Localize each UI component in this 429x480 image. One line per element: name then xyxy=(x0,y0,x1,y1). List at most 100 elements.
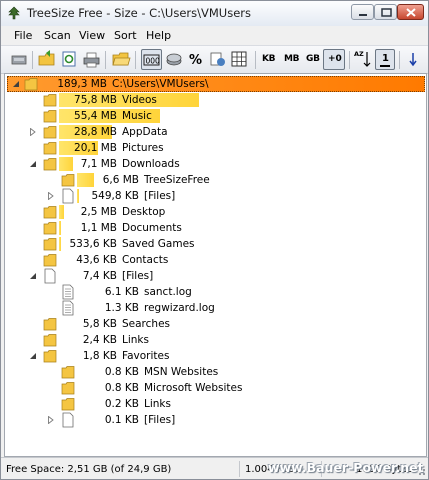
allocated-space-icon xyxy=(166,53,182,66)
folder-icon xyxy=(61,398,75,411)
file-icon xyxy=(62,188,74,204)
tree-row[interactable]: 28,8 MB AppData xyxy=(5,124,426,140)
row-size: 549,8 KB xyxy=(91,190,140,202)
refresh-button[interactable] xyxy=(59,49,80,70)
treesize-app-icon xyxy=(8,6,20,20)
row-size: 1,1 MB xyxy=(80,222,117,234)
row-size: 7,4 KB xyxy=(82,270,117,282)
toolbar-separator xyxy=(399,51,400,69)
print-button[interactable] xyxy=(81,49,102,70)
tree-row[interactable]: 549,8 KB [Files] xyxy=(5,188,426,204)
resize-grip-icon[interactable] xyxy=(414,464,426,476)
tree-row[interactable]: 75,8 MB Videos xyxy=(5,92,426,108)
expand-down-button[interactable] xyxy=(403,49,424,70)
folder-icon xyxy=(61,174,75,187)
close-button[interactable] xyxy=(397,4,424,20)
tree-row[interactable]: 1,8 KB Favorites xyxy=(5,348,426,364)
tree-row[interactable]: 6.1 KB sanct.log xyxy=(5,284,426,300)
tree-row[interactable]: 0.8 KB Microsoft Websites xyxy=(5,380,426,396)
expanded-arrow-icon[interactable] xyxy=(29,272,37,280)
toolbar-separator xyxy=(255,51,256,69)
directory-tree[interactable]: 189,3 MB C:\Users\VMUsers\ 75,8 MB Videos… xyxy=(4,73,427,457)
unit-auto-button[interactable]: +0 xyxy=(323,49,345,70)
tree-row[interactable]: 7,4 KB [Files] xyxy=(5,268,426,284)
print-icon xyxy=(83,52,100,68)
tree-row[interactable]: 1,1 MB Documents xyxy=(5,220,426,236)
row-name: Links xyxy=(122,334,149,346)
sort-arrow-icon xyxy=(363,52,371,67)
menu-file[interactable]: File xyxy=(14,29,32,42)
watermark: www.Bauer-Power.net xyxy=(268,460,424,475)
expanded-arrow-icon[interactable] xyxy=(12,80,20,88)
tree-row[interactable]: 0.1 KB [Files] xyxy=(5,412,426,428)
tree-root-row[interactable]: 189,3 MB C:\Users\VMUsers\ xyxy=(5,76,426,92)
scan-folder-button[interactable] xyxy=(37,49,58,70)
tree-row[interactable]: 533,6 KB Saved Games xyxy=(5,236,426,252)
row-size: 55,4 MB xyxy=(74,110,117,122)
row-name: Music xyxy=(122,110,152,122)
file-count-icon xyxy=(210,52,225,66)
tree-row[interactable]: 20,1 MB Pictures xyxy=(5,140,426,156)
size-view-button[interactable]: 000 xyxy=(141,49,162,70)
menu-help[interactable]: Help xyxy=(146,29,171,42)
close-icon xyxy=(406,8,416,17)
unit-kb-button[interactable]: KB xyxy=(262,54,276,64)
tree-row[interactable]: 0.2 KB Links xyxy=(5,396,426,412)
expanded-arrow-icon[interactable] xyxy=(29,352,37,360)
tree-row[interactable]: 5,8 KB Searches xyxy=(5,316,426,332)
row-name: Microsoft Websites xyxy=(144,382,243,394)
row-name: TreeSizeFree xyxy=(144,174,210,186)
minimize-button[interactable] xyxy=(351,4,374,20)
grid-icon xyxy=(231,51,247,67)
allocated-space-button[interactable] xyxy=(164,49,185,70)
tree-row[interactable]: 2,4 KB Links xyxy=(5,332,426,348)
root-size: 189,3 MB xyxy=(57,78,107,90)
grid-view-button[interactable] xyxy=(229,49,250,70)
folder-icon xyxy=(43,350,57,363)
folder-icon xyxy=(43,158,57,171)
unit-mb-button[interactable]: MB xyxy=(284,54,300,64)
file-icon xyxy=(44,268,56,284)
tree-row[interactable]: 1.3 KB regwizard.log xyxy=(5,300,426,316)
title-bar[interactable]: TreeSize Free - Size - C:\Users\VMUsers xyxy=(1,1,428,27)
tree-row[interactable]: 2,5 MB Desktop xyxy=(5,204,426,220)
collapsed-arrow-icon[interactable] xyxy=(47,192,55,200)
row-size: 7,1 MB xyxy=(80,158,117,170)
select-drive-button[interactable] xyxy=(9,49,30,70)
collapsed-arrow-icon[interactable] xyxy=(29,128,37,136)
treesize-window: TreeSize Free - Size - C:\Users\VMUsers … xyxy=(0,0,429,480)
tree-row[interactable]: 55,4 MB Music xyxy=(5,108,426,124)
menu-view[interactable]: View xyxy=(79,29,105,42)
row-size: 1.3 KB xyxy=(104,302,139,314)
row-name: Links xyxy=(144,398,171,410)
explorer-button[interactable] xyxy=(111,49,132,70)
folder-icon xyxy=(61,366,75,379)
row-name: [Files] xyxy=(144,190,176,202)
percent-icon: % xyxy=(189,53,202,68)
sort-button[interactable]: AZ xyxy=(353,49,374,70)
row-size: 533,6 KB xyxy=(69,238,118,250)
tree-row[interactable]: 7,1 MB Downloads xyxy=(5,156,426,172)
toolbar-separator xyxy=(32,51,33,69)
row-size: 6.1 KB xyxy=(104,286,139,298)
tree-row[interactable]: 0.8 KB MSN Websites xyxy=(5,364,426,380)
minimize-icon xyxy=(359,14,367,16)
free-space-status: Free Space: 2,51 GB (of 24,9 GB) xyxy=(6,464,172,475)
maximize-button[interactable] xyxy=(374,4,397,20)
svg-text:000: 000 xyxy=(146,57,161,66)
unit-gb-button[interactable]: GB xyxy=(306,54,320,64)
menu-scan[interactable]: Scan xyxy=(44,29,71,42)
tree-row[interactable]: 6,6 MB TreeSizeFree xyxy=(5,172,426,188)
menu-sort[interactable]: Sort xyxy=(114,29,137,42)
folder-icon xyxy=(43,238,57,251)
tree-row[interactable]: 43,6 KB Contacts xyxy=(5,252,426,268)
log-file-icon xyxy=(62,300,74,316)
arrow-down-icon xyxy=(409,53,417,67)
row-name: Searches xyxy=(122,318,171,330)
percent-button[interactable]: % xyxy=(186,49,207,70)
file-count-button[interactable] xyxy=(207,49,228,70)
toolbar: 000 % KB MB GB +0 AZ 1 xyxy=(1,45,428,74)
collapsed-arrow-icon[interactable] xyxy=(47,416,55,424)
level-button[interactable]: 1 xyxy=(375,49,395,70)
expanded-arrow-icon[interactable] xyxy=(29,160,37,168)
